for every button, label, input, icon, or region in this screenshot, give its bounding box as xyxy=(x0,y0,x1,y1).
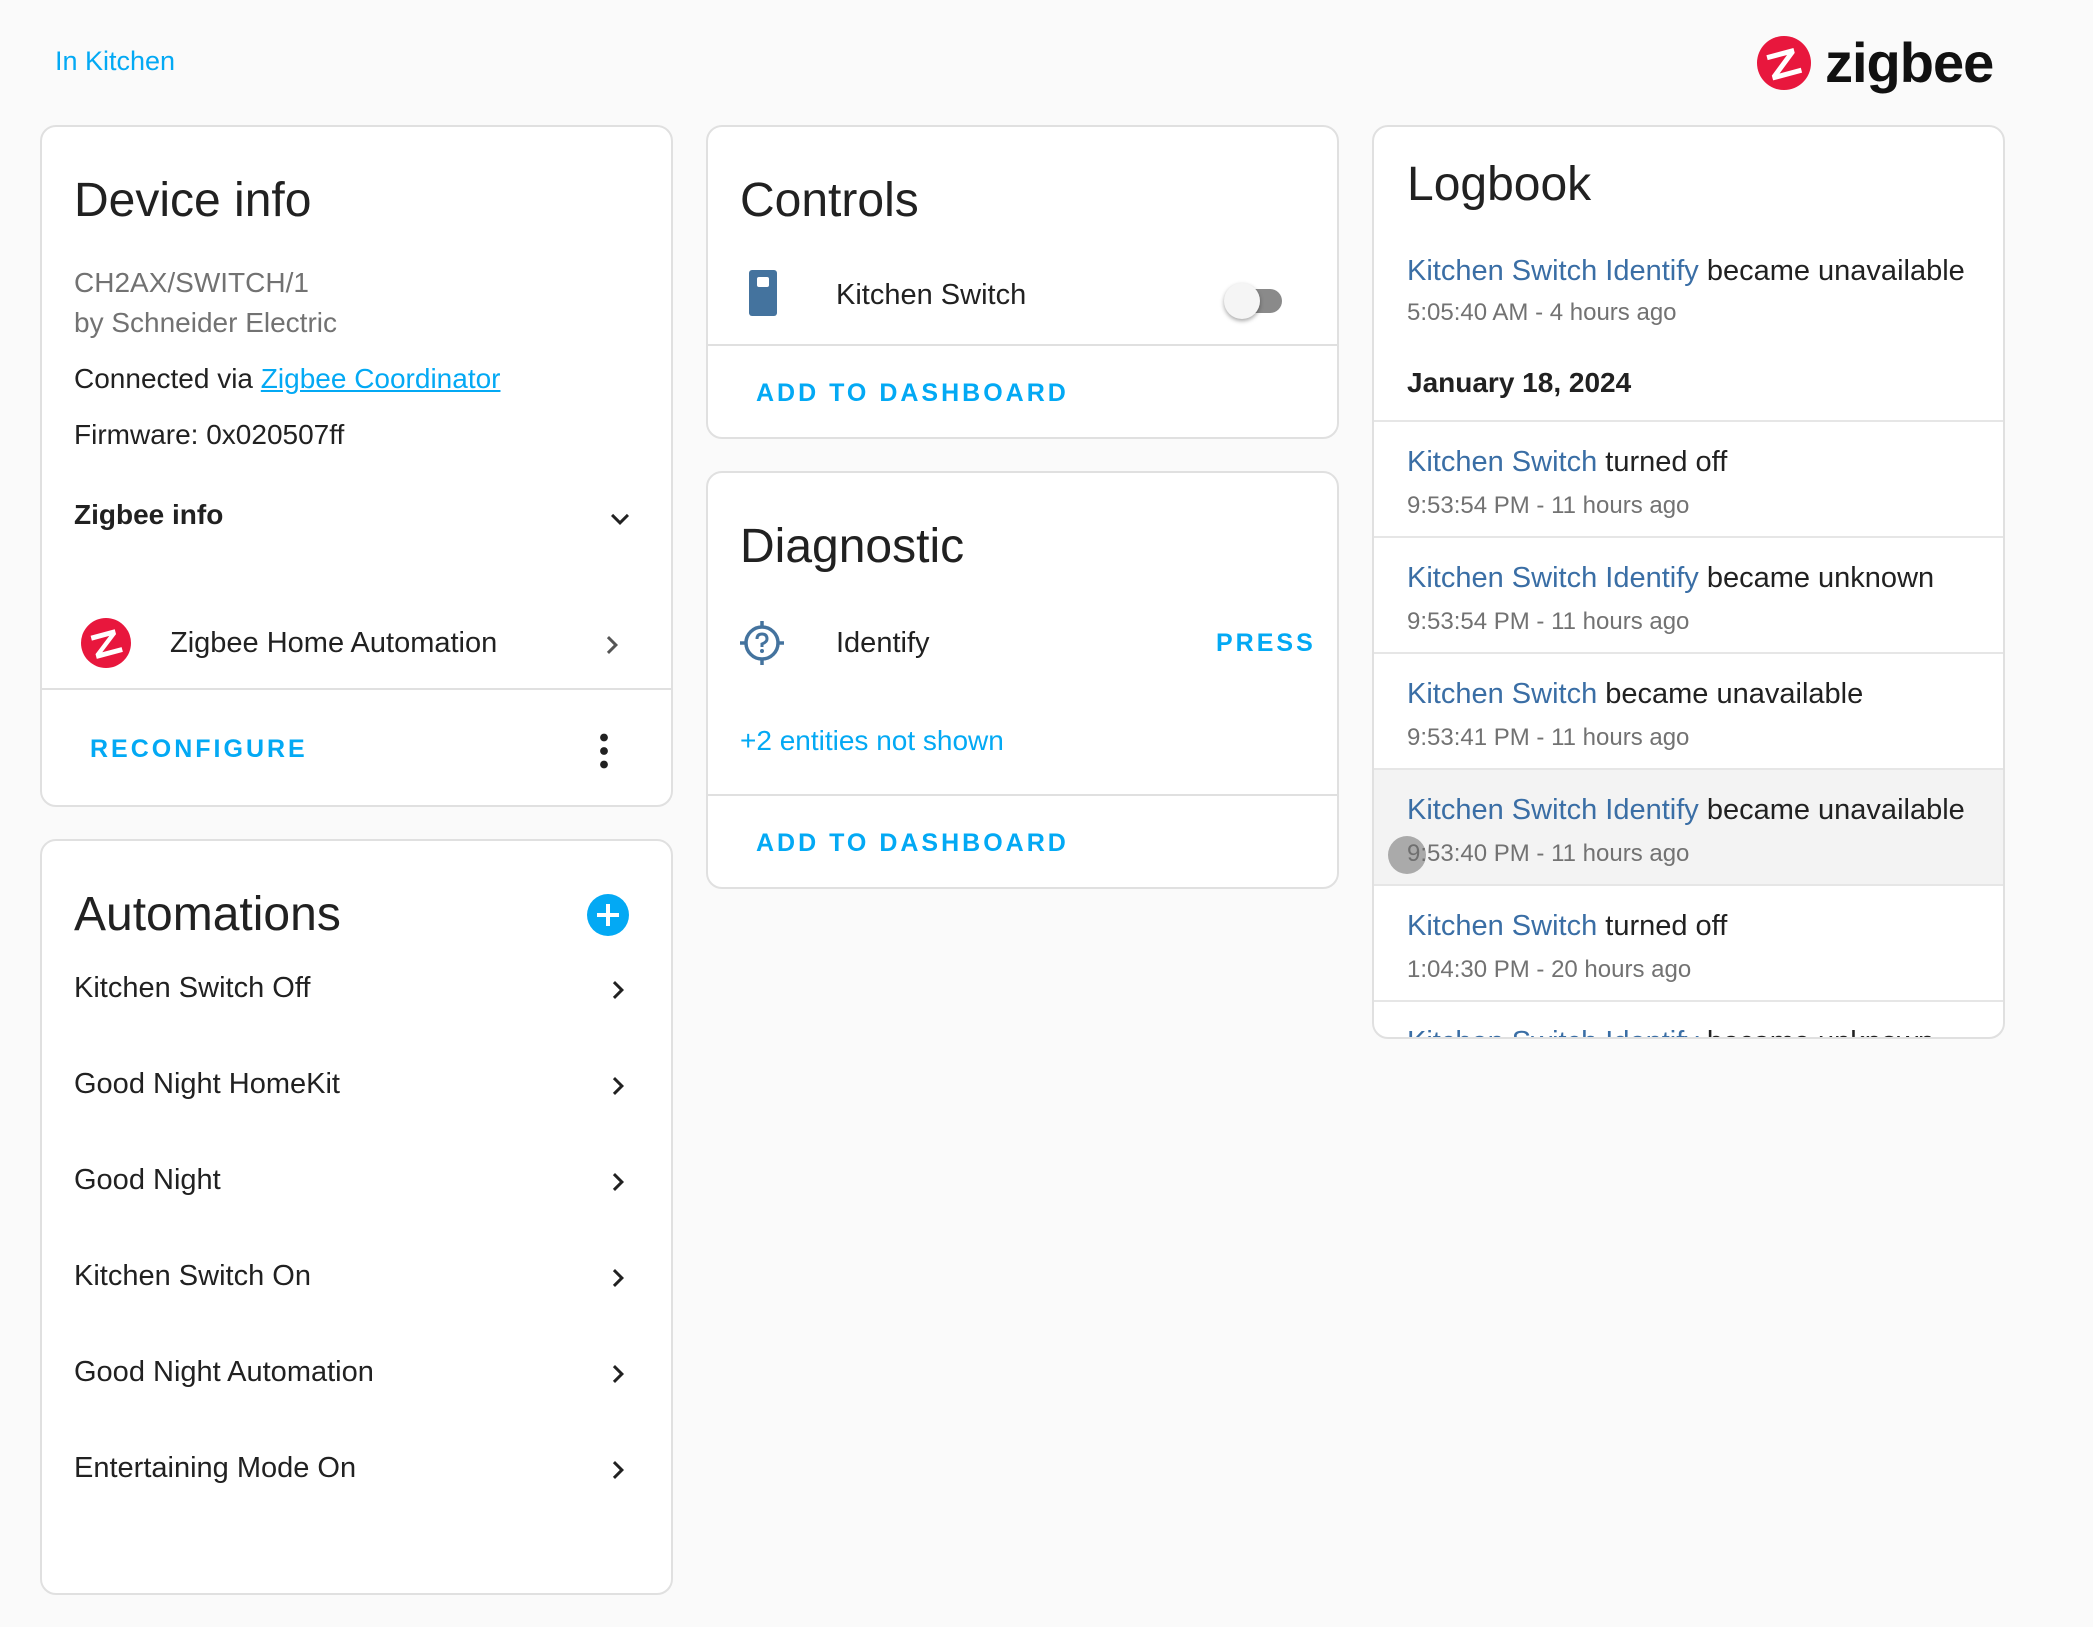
entity-row-kitchen-switch[interactable]: Kitchen Switch xyxy=(708,257,1337,337)
logbook-time: 9:53:41 PM - 11 hours ago xyxy=(1407,724,1690,751)
automation-label: Kitchen Switch On xyxy=(74,1260,311,1292)
logbook-entity-link[interactable]: Kitchen Switch Identify xyxy=(1407,1026,1699,1037)
logbook-time: 1:04:30 PM - 20 hours ago xyxy=(1407,956,1692,983)
logbook-date-header: January 18, 2024 xyxy=(1407,367,1632,398)
logbook-entity-link[interactable]: Kitchen Switch Identify xyxy=(1407,562,1699,594)
automations-title: Automations xyxy=(74,888,341,941)
logbook-entity-link[interactable]: Kitchen Switch xyxy=(1407,910,1597,942)
logbook-time: 5:05:40 AM - 4 hours ago xyxy=(1407,299,1677,326)
device-manufacturer: by Schneider Electric xyxy=(74,307,338,338)
automation-item[interactable]: Kitchen Switch On xyxy=(42,1230,671,1326)
logbook-card: Logbook Kitchen Switch Identify became u… xyxy=(1372,125,2005,1039)
entity-label: Kitchen Switch xyxy=(836,279,1027,311)
logbook-time: 9:53:54 PM - 11 hours ago xyxy=(1407,608,1690,635)
logbook-action: became unknown xyxy=(1698,562,1935,594)
chevron-right-icon xyxy=(600,1260,636,1296)
plus-circle-icon xyxy=(587,894,629,936)
logbook-entry: Kitchen Switch turned off 1:04:30 PM - 2… xyxy=(1374,884,2003,1000)
hidden-entities-link[interactable]: +2 entities not shown xyxy=(740,725,1004,757)
logbook-time: 9:53:40 PM - 11 hours ago xyxy=(1407,840,1690,867)
add-automation-button[interactable] xyxy=(586,893,630,942)
logbook-action: became unavailable xyxy=(1698,255,1965,287)
logbook-action: turned off xyxy=(1597,446,1728,478)
crosshairs-question-icon xyxy=(738,619,786,672)
diagnostic-card: Diagnostic Identify PRESS +2 entities no… xyxy=(706,471,1339,889)
zigbee-logo-text: zigbee xyxy=(1825,31,1994,94)
diagnostic-title: Diagnostic xyxy=(740,520,965,573)
logbook-entity-link[interactable]: Kitchen Switch xyxy=(1407,678,1597,710)
connected-via-prefix: Connected via xyxy=(74,363,261,394)
chevron-right-icon xyxy=(600,1164,636,1200)
logbook-entity-link[interactable]: Kitchen Switch Identify xyxy=(1407,255,1699,287)
chevron-down-icon xyxy=(602,501,638,537)
automation-label: Good Night xyxy=(74,1164,221,1196)
logbook-time: 9:53:54 PM - 11 hours ago xyxy=(1407,492,1690,519)
device-info-divider xyxy=(42,688,671,690)
zigbee-coordinator-link[interactable]: Zigbee Coordinator xyxy=(261,363,501,394)
logbook-entity-link[interactable]: Kitchen Switch Identify xyxy=(1407,794,1699,826)
logbook-entry: Kitchen Switch Identify became unknown xyxy=(1374,1000,2003,1037)
automation-item[interactable]: Good Night HomeKit xyxy=(42,1038,671,1134)
logbook-action: became unknown xyxy=(1699,1026,1934,1037)
kitchen-switch-toggle[interactable] xyxy=(1224,277,1284,319)
add-to-dashboard-button[interactable]: ADD TO DASHBOARD xyxy=(756,829,1069,858)
automations-card: Automations Kitchen Switch Off Good Nigh… xyxy=(40,839,673,1595)
logbook-action: turned off xyxy=(1597,910,1728,942)
chevron-right-icon xyxy=(594,627,630,663)
controls-title: Controls xyxy=(740,174,919,227)
device-info-title: Device info xyxy=(74,174,312,227)
device-info-card: Device info CH2AX/SWITCH/1 by Schneider … xyxy=(40,125,673,807)
zigbee-info-label: Zigbee info xyxy=(74,499,224,530)
chevron-right-icon xyxy=(600,1068,636,1104)
logbook-action: became unavailable xyxy=(1597,678,1864,710)
breadcrumb-area-link[interactable]: In Kitchen xyxy=(55,46,175,77)
more-options-icon[interactable] xyxy=(586,731,622,776)
logbook-entry: Kitchen Switch turned off 9:53:54 PM - 1… xyxy=(1374,420,2003,536)
press-button[interactable]: PRESS xyxy=(1216,629,1316,658)
reconfigure-button[interactable]: RECONFIGURE xyxy=(90,735,308,764)
chevron-right-icon xyxy=(600,1356,636,1392)
automation-label: Kitchen Switch Off xyxy=(74,972,311,1004)
add-to-dashboard-button[interactable]: ADD TO DASHBOARD xyxy=(756,379,1069,408)
automation-label: Good Night HomeKit xyxy=(74,1068,340,1100)
light-switch-icon xyxy=(748,269,778,322)
logbook-entity-link[interactable]: Kitchen Switch xyxy=(1407,446,1597,478)
chevron-right-icon xyxy=(600,972,636,1008)
zigbee-logo-icon xyxy=(1757,36,1811,90)
cursor-indicator xyxy=(1388,836,1426,874)
automation-label: Good Night Automation xyxy=(74,1356,374,1388)
toggle-thumb xyxy=(1224,283,1260,319)
automation-item[interactable]: Kitchen Switch Off xyxy=(42,942,671,1038)
entity-row-identify[interactable]: Identify PRESS xyxy=(708,603,1337,683)
controls-divider xyxy=(708,344,1337,346)
integration-label: Zigbee Home Automation xyxy=(170,627,498,659)
automation-label: Entertaining Mode On xyxy=(74,1452,357,1484)
zigbee-logo: zigbee xyxy=(1755,30,1994,96)
automation-item[interactable]: Good Night Automation xyxy=(42,1326,671,1422)
firmware-version: Firmware: 0x020507ff xyxy=(74,419,345,450)
integration-row-zha[interactable]: Zigbee Home Automation xyxy=(42,607,671,687)
diagnostic-divider xyxy=(708,794,1337,796)
logbook-entry: Kitchen Switch Identify became unavailab… xyxy=(1374,245,2003,341)
logbook-action: became unavailable xyxy=(1698,794,1965,826)
chevron-right-icon xyxy=(600,1452,636,1488)
controls-card: Controls Kitchen Switch ADD TO DASHBOARD xyxy=(706,125,1339,439)
logbook-entry: Kitchen Switch became unavailable 9:53:4… xyxy=(1374,652,2003,768)
logbook-entry-hovered: Kitchen Switch Identify became unavailab… xyxy=(1374,768,2003,884)
automation-item[interactable]: Good Night xyxy=(42,1134,671,1230)
automation-item[interactable]: Entertaining Mode On xyxy=(42,1422,671,1518)
logbook-title: Logbook xyxy=(1407,158,1592,211)
zigbee-integration-icon xyxy=(80,617,132,674)
device-model: CH2AX/SWITCH/1 xyxy=(74,267,309,298)
connected-via: Connected via Zigbee Coordinator xyxy=(74,363,501,395)
zigbee-info-expander[interactable]: Zigbee info xyxy=(42,487,671,557)
entity-label: Identify xyxy=(836,627,930,659)
logbook-entry: Kitchen Switch Identify became unknown 9… xyxy=(1374,536,2003,652)
